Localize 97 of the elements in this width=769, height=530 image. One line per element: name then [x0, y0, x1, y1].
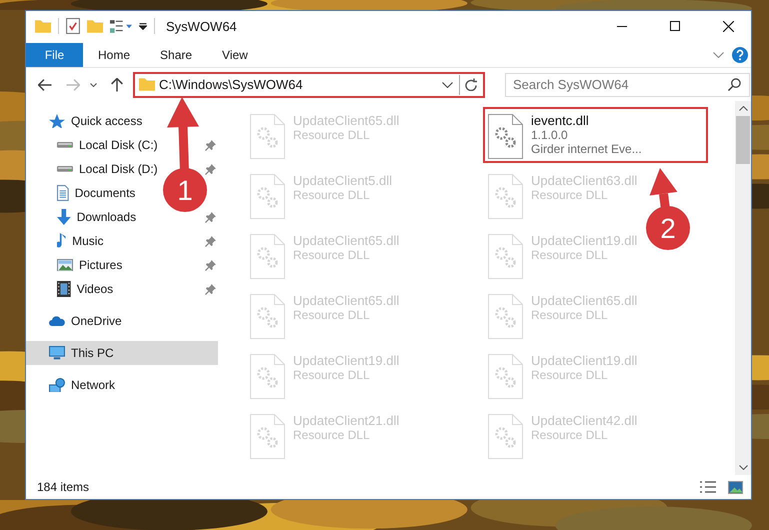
item-count: 184 items — [37, 480, 90, 494]
file-name: UpdateClient42.dll — [531, 413, 638, 428]
address-bar[interactable]: C:\Windows\SysWOW64 — [133, 72, 485, 98]
ribbon-tab[interactable]: Home — [83, 43, 146, 67]
monitor-icon — [49, 346, 65, 360]
file-detail: 1.1.0.0 — [531, 128, 569, 142]
sidebar-item[interactable]: Music — [26, 229, 110, 253]
chevron-icon[interactable] — [713, 52, 724, 58]
file-detail: Resource DLL — [531, 188, 609, 202]
folder-icon — [139, 78, 155, 91]
file-detail: Resource DLL — [293, 128, 371, 142]
details-view-icon[interactable] — [700, 481, 716, 493]
pin-icon[interactable] — [205, 164, 216, 174]
file-name: UpdateClient19.dll — [293, 353, 400, 368]
file-detail: Resource DLL — [293, 188, 371, 202]
search-field[interactable]: Search SysWOW64 — [505, 72, 750, 96]
music-note-icon — [57, 233, 66, 249]
ribbon-tab[interactable]: Share — [145, 43, 208, 67]
file-name: UpdateClient63.dll — [531, 173, 638, 188]
file-name: UpdateClient65.dll — [293, 293, 400, 308]
scrollbar[interactable] — [735, 101, 751, 475]
close-icon — [722, 20, 734, 32]
help-icon[interactable] — [732, 47, 748, 63]
file-detail: Resource DLL — [531, 428, 609, 442]
gear-file-icon — [488, 414, 523, 459]
file-detail: Resource DLL — [293, 368, 371, 382]
file-detail: Girder internet Eve... — [531, 142, 642, 156]
sidebar-item[interactable]: Downloads — [26, 205, 142, 229]
file-name: UpdateClient65.dll — [293, 233, 400, 248]
caret-icon[interactable] — [90, 82, 97, 86]
sidebar-item[interactable]: Local Disk (D:) — [26, 157, 164, 181]
caret-icon[interactable] — [139, 22, 147, 30]
pin-icon[interactable] — [205, 260, 216, 270]
file-detail: Resource DLL — [531, 368, 609, 382]
back-arrow-icon[interactable] — [38, 78, 52, 90]
file-item[interactable]: ieventc.dll 1.1.0.0 Girder internet Eve... — [483, 107, 708, 163]
network-icon — [49, 378, 65, 392]
cloud-icon — [49, 316, 65, 326]
gear-file-icon — [250, 174, 285, 219]
ribbon-tab[interactable]: View — [207, 43, 263, 67]
download-icon — [57, 209, 71, 225]
film-icon — [57, 281, 71, 297]
dropdown-caret-icon[interactable] — [442, 82, 453, 88]
file-detail: Resource DLL — [531, 248, 609, 262]
gear-file-icon — [488, 294, 523, 339]
scroll-down-icon[interactable] — [738, 465, 748, 470]
up-arrow-icon[interactable] — [111, 78, 123, 92]
maximize-icon — [670, 21, 680, 31]
file-detail: Resource DLL — [531, 308, 609, 322]
refresh-icon[interactable] — [465, 78, 478, 92]
window-title: SysWOW64 — [166, 18, 237, 34]
gear-file-icon — [250, 114, 285, 159]
file-detail: Resource DLL — [293, 248, 371, 262]
pin-icon[interactable] — [205, 212, 216, 222]
file-name: ieventc.dll — [531, 113, 590, 128]
file-name: UpdateClient65.dll — [293, 113, 400, 128]
pin-icon[interactable] — [205, 236, 216, 246]
sidebar-item[interactable]: Local Disk (C:) — [26, 133, 164, 157]
gear-file-icon — [250, 234, 285, 279]
file-name: UpdateClient19.dll — [531, 233, 638, 248]
sidebar-item[interactable]: OneDrive — [26, 309, 128, 333]
gear-file-icon — [488, 354, 523, 399]
file-detail: Resource DLL — [293, 428, 371, 442]
scroll-thumb[interactable] — [736, 116, 750, 164]
annotation-arrow — [650, 168, 678, 208]
document-icon — [57, 185, 69, 201]
sidebar-item[interactable]: Pictures — [26, 253, 128, 277]
gear-file-icon — [488, 234, 523, 279]
sidebar-item[interactable]: This PC — [26, 341, 218, 365]
address-path: C:\Windows\SysWOW64 — [159, 77, 304, 92]
scroll-up-icon[interactable] — [738, 106, 748, 111]
sidebar-item[interactable]: Quick access — [26, 109, 148, 133]
gear-file-icon — [488, 174, 523, 219]
file-name: UpdateClient65.dll — [531, 293, 638, 308]
sidebar-item[interactable]: Videos — [26, 277, 120, 301]
step-badge: 1 — [163, 168, 207, 212]
pin-icon[interactable] — [205, 284, 216, 294]
file-name: UpdateClient5.dll — [293, 173, 392, 188]
checklist-icon[interactable] — [66, 18, 80, 34]
large-icons-view-icon[interactable] — [728, 480, 743, 494]
gear-file-icon — [250, 354, 285, 399]
star-icon — [49, 114, 65, 128]
file-name: UpdateClient21.dll — [293, 413, 400, 428]
gear-file-icon — [488, 114, 523, 159]
sidebar-item[interactable]: Documents — [26, 181, 142, 205]
sidebar-item[interactable]: Network — [26, 373, 122, 397]
file-detail: Resource DLL — [293, 308, 371, 322]
step-badge: 2 — [646, 206, 690, 250]
file-menu-button[interactable]: File — [26, 43, 83, 67]
gear-file-icon — [250, 294, 285, 339]
drive-icon — [57, 166, 73, 172]
drive-icon — [57, 142, 73, 148]
properties-icon[interactable] — [110, 20, 132, 32]
file-name: UpdateClient19.dll — [531, 353, 638, 368]
picture-frame-icon — [57, 258, 73, 272]
gear-file-icon — [250, 414, 285, 459]
pin-icon[interactable] — [205, 140, 216, 150]
